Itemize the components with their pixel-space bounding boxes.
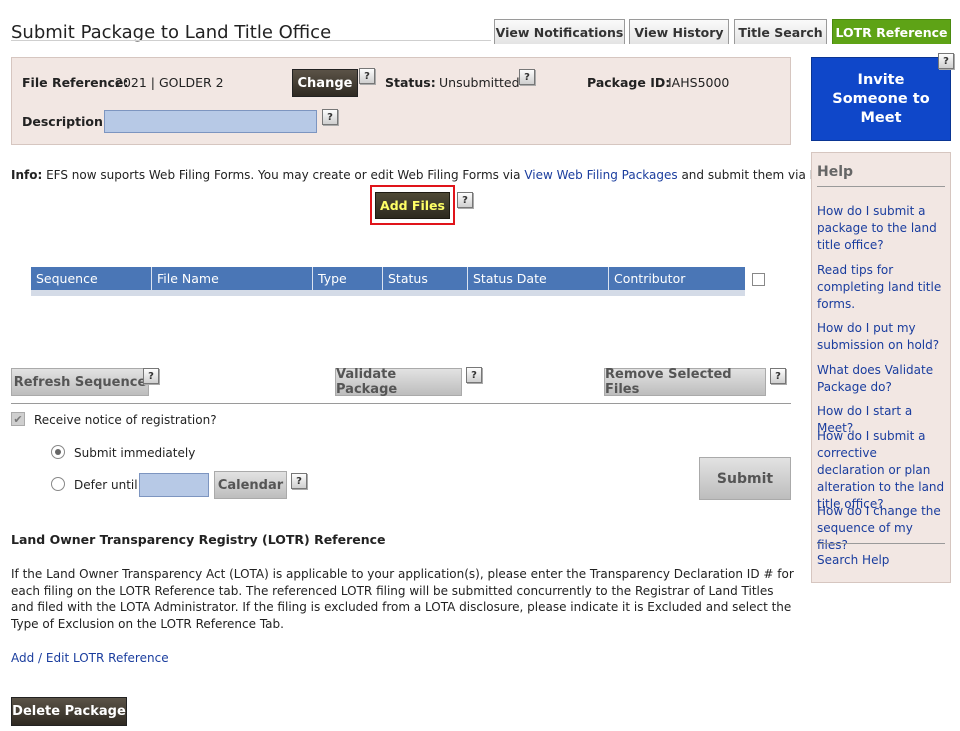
calendar-button[interactable]: Calendar — [214, 471, 287, 499]
receive-notice-checkbox[interactable]: ✔ — [11, 412, 25, 426]
help-link-submit-package[interactable]: How do I submit a package to the land ti… — [817, 203, 947, 254]
remove-selected-files-button[interactable]: Remove Selected Files — [604, 367, 766, 397]
tab-view-history[interactable]: View History — [629, 19, 729, 44]
file-reference-value: 2021 | GOLDER 2 — [115, 75, 224, 90]
column-header-status[interactable]: Status — [383, 267, 468, 290]
info-text-before: EFS now suports Web Filing Forms. You ma… — [42, 168, 525, 182]
lotr-paragraph: If the Land Owner Transparency Act (LOTA… — [11, 567, 794, 631]
help-title: Help — [817, 164, 854, 180]
defer-date-input[interactable] — [139, 473, 209, 497]
validate-package-button[interactable]: Validate Package — [335, 367, 462, 397]
invite-someone-to-meet-button[interactable]: Invite Someone to Meet — [811, 57, 951, 141]
status-label: Status: — [385, 75, 436, 90]
help-question-icon[interactable]: ? — [291, 473, 307, 489]
help-link-change-sequence[interactable]: How do I change the sequence of my files… — [817, 503, 947, 554]
package-id-label: Package ID: — [587, 75, 671, 90]
column-header-contributor[interactable]: Contributor — [609, 267, 745, 290]
help-question-icon[interactable]: ? — [938, 53, 954, 69]
description-input[interactable] — [104, 110, 317, 133]
lotr-heading: Land Owner Transparency Registry (LOTR) … — [11, 532, 386, 547]
help-question-icon[interactable]: ? — [770, 368, 786, 384]
column-header-status-date[interactable]: Status Date — [468, 267, 609, 290]
file-reference-label: File Reference: — [22, 75, 129, 90]
defer-until-label: Defer until — [74, 478, 138, 492]
description-label: Description: — [22, 114, 108, 129]
info-label: Info: — [11, 168, 43, 182]
column-header-file-name[interactable]: File Name — [152, 267, 313, 290]
tab-title-search[interactable]: Title Search — [734, 19, 827, 44]
column-header-sequence[interactable]: Sequence — [31, 267, 152, 290]
table-empty-row — [31, 290, 745, 296]
help-divider — [817, 186, 945, 187]
add-files-button[interactable]: Add Files — [375, 192, 450, 219]
submit-immediately-radio[interactable] — [51, 445, 65, 459]
tab-lotr-reference[interactable]: LOTR Reference — [832, 19, 951, 44]
help-question-icon[interactable]: ? — [519, 69, 535, 85]
help-question-icon[interactable]: ? — [457, 192, 473, 208]
title-divider — [11, 40, 491, 41]
divider — [11, 403, 791, 404]
refresh-sequence-button[interactable]: Refresh Sequence — [11, 368, 149, 396]
help-question-icon[interactable]: ? — [466, 367, 482, 383]
tab-view-notifications[interactable]: View Notifications — [494, 19, 625, 44]
change-button[interactable]: Change — [292, 69, 358, 97]
checkbox-checked-icon: ✔ — [13, 412, 23, 426]
add-edit-lotr-reference-link[interactable]: Add / Edit LOTR Reference — [11, 651, 169, 665]
help-link-corrective-declaration[interactable]: How do I submit a corrective declaration… — [817, 428, 947, 513]
select-all-checkbox[interactable] — [752, 273, 765, 286]
package-id-value: IAHS5000 — [668, 75, 730, 90]
defer-until-radio[interactable] — [51, 477, 65, 491]
help-question-icon[interactable]: ? — [322, 109, 338, 125]
submit-button[interactable]: Submit — [699, 457, 791, 500]
help-link-put-on-hold[interactable]: How do I put my submission on hold? — [817, 320, 947, 354]
delete-package-button[interactable]: Delete Package — [11, 697, 127, 726]
submit-immediately-label: Submit immediately — [74, 446, 196, 460]
help-question-icon[interactable]: ? — [143, 368, 159, 384]
view-web-filing-packages-link[interactable]: View Web Filing Packages — [524, 168, 677, 182]
help-link-tips-forms[interactable]: Read tips for completing land title form… — [817, 262, 947, 313]
help-divider — [817, 543, 945, 544]
search-help-link[interactable]: Search Help — [817, 552, 947, 569]
info-message: Info: EFS now suports Web Filing Forms. … — [11, 168, 835, 182]
help-question-icon[interactable]: ? — [359, 68, 375, 84]
receive-notice-label: Receive notice of registration? — [34, 413, 217, 427]
status-value: Unsubmitted — [439, 75, 520, 90]
column-header-type[interactable]: Type — [313, 267, 383, 290]
help-link-validate-package[interactable]: What does Validate Package do? — [817, 362, 947, 396]
